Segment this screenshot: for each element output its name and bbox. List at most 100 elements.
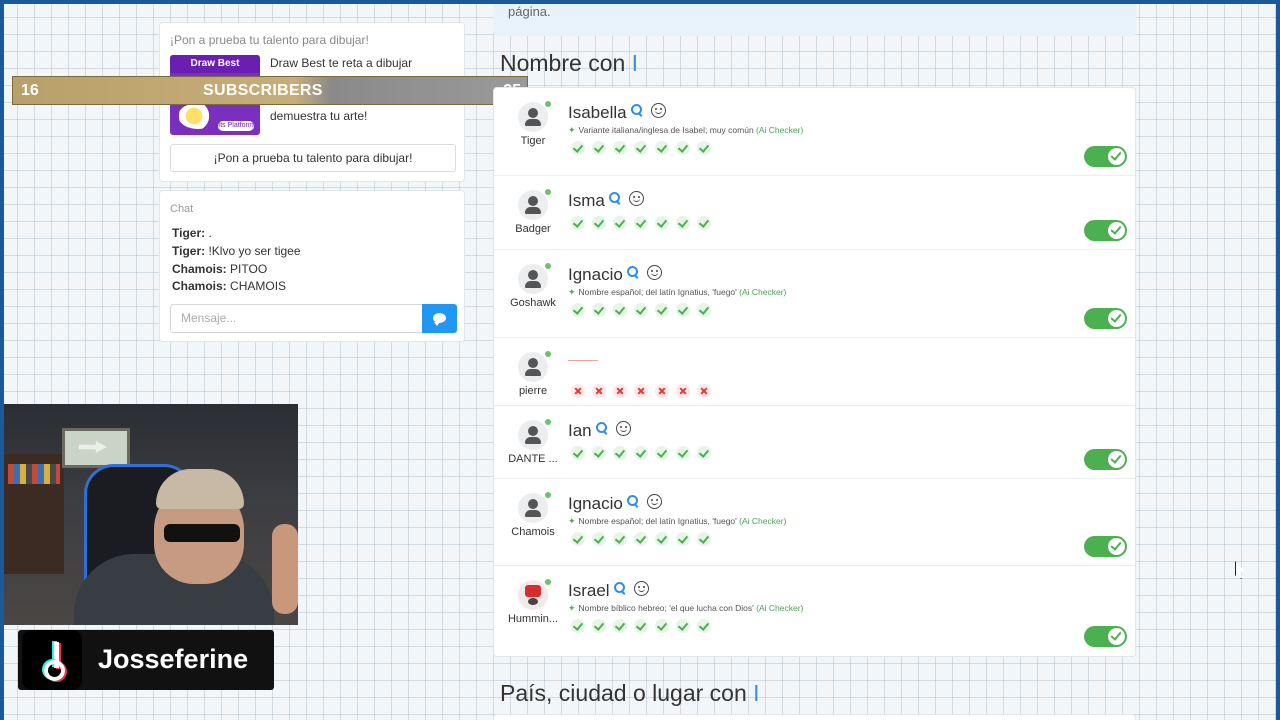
description-text: Nombre bíblico hebreo; 'el que lucha con… xyxy=(578,603,757,613)
chat-text: CHAMOIS xyxy=(230,279,287,293)
answer-text: Isabella xyxy=(568,103,627,122)
emoji-react-icon[interactable] xyxy=(646,494,662,509)
cross-icon xyxy=(676,384,690,398)
toggle-check-icon xyxy=(1108,222,1125,239)
ad-cta-button[interactable]: ¡Pon a prueba tu talento para dibujar! xyxy=(170,144,456,172)
player-avatar-icon xyxy=(518,264,548,294)
check-icon xyxy=(655,619,669,633)
player-name: Badger xyxy=(515,223,551,235)
answer-text: Isma xyxy=(568,191,605,210)
emoji-react-icon[interactable] xyxy=(650,103,666,118)
check-icon xyxy=(676,303,690,317)
chat-text: . xyxy=(208,226,212,240)
answer-row: Chamois Ignacio ✦ Nombre español; del latín… xyxy=(494,479,1135,566)
check-icon xyxy=(676,216,690,230)
chat-text: PITOO xyxy=(230,262,268,276)
online-status-dot xyxy=(545,189,551,195)
cross-icon xyxy=(592,384,606,398)
check-icon xyxy=(613,446,627,460)
ai-checker-label: (Ai Checker) xyxy=(756,125,804,135)
next-section-title: País, ciudad o lugar con I xyxy=(500,680,760,707)
emoji-react-icon[interactable] xyxy=(628,191,644,206)
cross-icon xyxy=(697,384,711,398)
online-status-dot xyxy=(545,492,551,498)
ai-description: ✦ Variante italiana/inglesa de Isabel; mu… xyxy=(568,125,803,136)
check-icon xyxy=(571,446,585,460)
subscriber-count: 16 xyxy=(21,82,39,99)
chat-title: Chat xyxy=(170,203,194,215)
section-title: Nombre con I xyxy=(500,50,638,77)
ai-description: ✦ Nombre español; del latín Ignatius, 'fu… xyxy=(568,287,786,298)
check-icon xyxy=(571,141,585,155)
search-icon[interactable] xyxy=(626,495,639,507)
answer-row: Badger Isma xyxy=(494,176,1135,250)
ai-checker-label: (Ai Checker) xyxy=(739,287,787,297)
ai-description: ✦ Nombre bíblico hebreo; 'el que lucha co… xyxy=(568,603,803,614)
search-icon[interactable] xyxy=(608,192,621,204)
validate-toggle[interactable] xyxy=(1084,626,1127,647)
webcam-exit-sign xyxy=(62,428,130,468)
chat-message-input[interactable]: Mensaje... xyxy=(170,304,423,333)
sparkle-icon: ✦ xyxy=(568,125,576,135)
description-text: Variante italiana/inglesa de Isabel; muy… xyxy=(578,125,757,135)
check-icon xyxy=(676,446,690,460)
search-icon[interactable] xyxy=(626,266,639,278)
check-icon xyxy=(634,216,648,230)
toggle-check-icon xyxy=(1108,148,1125,165)
answer-word: Isabella xyxy=(568,101,666,123)
check-icon xyxy=(697,619,711,633)
player-name: Hummin... xyxy=(507,613,559,625)
online-status-dot xyxy=(545,101,551,107)
answer-text: Ignacio xyxy=(568,494,623,513)
check-icon xyxy=(634,446,648,460)
chat-message: Tiger: . xyxy=(172,226,212,240)
check-icon xyxy=(655,532,669,546)
check-icon xyxy=(592,532,606,546)
online-status-dot xyxy=(545,263,551,269)
emoji-react-icon[interactable] xyxy=(633,581,649,596)
tiktok-badge: Josseferine xyxy=(18,630,274,690)
ad-image-tag: Its Platform xyxy=(218,121,254,131)
chat-message: Chamois: CHAMOIS xyxy=(172,279,286,293)
emoji-react-icon[interactable] xyxy=(646,265,662,280)
check-icon xyxy=(634,303,648,317)
answer-text: Ian xyxy=(568,421,592,440)
validate-toggle[interactable] xyxy=(1084,449,1127,470)
ai-checker-label: (Ai Checker) xyxy=(739,516,787,526)
info-strip: página. xyxy=(493,4,1136,36)
validate-toggle[interactable] xyxy=(1084,536,1127,557)
check-icon xyxy=(592,446,606,460)
toggle-check-icon xyxy=(1108,628,1125,645)
emoji-react-icon[interactable] xyxy=(615,421,631,436)
player-name: Chamois xyxy=(511,526,555,538)
next-section-title-text: País, ciudad o lugar con xyxy=(500,680,747,706)
check-icon xyxy=(634,141,648,155)
validate-toggle[interactable] xyxy=(1084,308,1127,329)
answer-row: Tiger Isabella ✦ Variante italiana/inglesa … xyxy=(494,88,1135,176)
search-icon[interactable] xyxy=(613,582,626,594)
online-status-dot xyxy=(545,579,551,585)
check-icon xyxy=(676,141,690,155)
validate-toggle[interactable] xyxy=(1084,220,1127,241)
answer-word: Ignacio xyxy=(568,492,662,514)
answer-text: Israel xyxy=(568,581,610,600)
answer-word: Ignacio xyxy=(568,263,662,285)
sparkle-icon: ✦ xyxy=(568,516,576,526)
check-icon xyxy=(571,619,585,633)
empty-answer-line xyxy=(568,360,598,361)
check-icon xyxy=(697,446,711,460)
answer-row: Hummin... Israel ✦ Nombre bíblico hebreo; '… xyxy=(494,566,1135,656)
search-icon[interactable] xyxy=(595,422,608,434)
info-strip-text: página. xyxy=(508,4,551,19)
answer-word: Ian xyxy=(568,419,631,441)
check-icon xyxy=(697,532,711,546)
validate-toggle[interactable] xyxy=(1084,146,1127,167)
search-icon[interactable] xyxy=(630,104,643,116)
check-icon xyxy=(697,216,711,230)
check-icon xyxy=(571,303,585,317)
answer-word: Isma xyxy=(568,189,644,211)
ai-description: ✦ Nombre español; del latín Ignatius, 'fu… xyxy=(568,516,786,527)
answer-row: pierre xyxy=(494,338,1135,406)
chat-user: Chamois: xyxy=(172,262,227,276)
chat-send-button[interactable] xyxy=(422,304,457,333)
